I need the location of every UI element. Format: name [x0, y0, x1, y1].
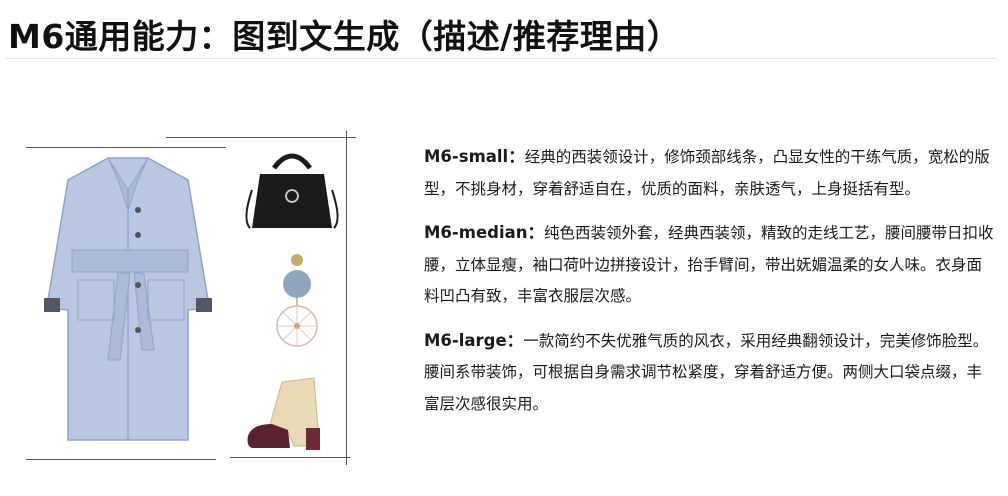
frame-line-top-right: [166, 137, 356, 138]
descriptions-panel: M6-small：经典的西装领设计，修饰颈部线条，凸显女性的干练气质，宽松的版型…: [424, 141, 994, 432]
description-large: M6-large：一款简约不失优雅气质的风衣，采用经典翻领设计，完美修饰脸型。腰…: [424, 325, 994, 421]
description-small: M6-small：经典的西装领设计，修饰颈部线条，凸显女性的干练气质，宽松的版型…: [424, 141, 994, 205]
model-label: M6-small：: [424, 147, 525, 166]
model-label: M6-median：: [424, 223, 544, 242]
frame-line-bottom: [26, 459, 216, 460]
earring-icon: [276, 254, 318, 347]
frame-line-top-left: [26, 147, 226, 148]
ankle-boot-icon: [247, 377, 320, 450]
description-median: M6-median：纯色西装领外套，经典西装领，精致的走线工艺，腰间腰带日扣收腰…: [424, 217, 994, 313]
frame-line-bottom-right: [230, 457, 350, 458]
handbag-icon: [245, 153, 339, 229]
frame-line-right: [346, 131, 347, 465]
model-label: M6-large：: [424, 330, 524, 350]
coat-icon: [44, 157, 212, 441]
product-image-panel: [0, 0, 400, 496]
